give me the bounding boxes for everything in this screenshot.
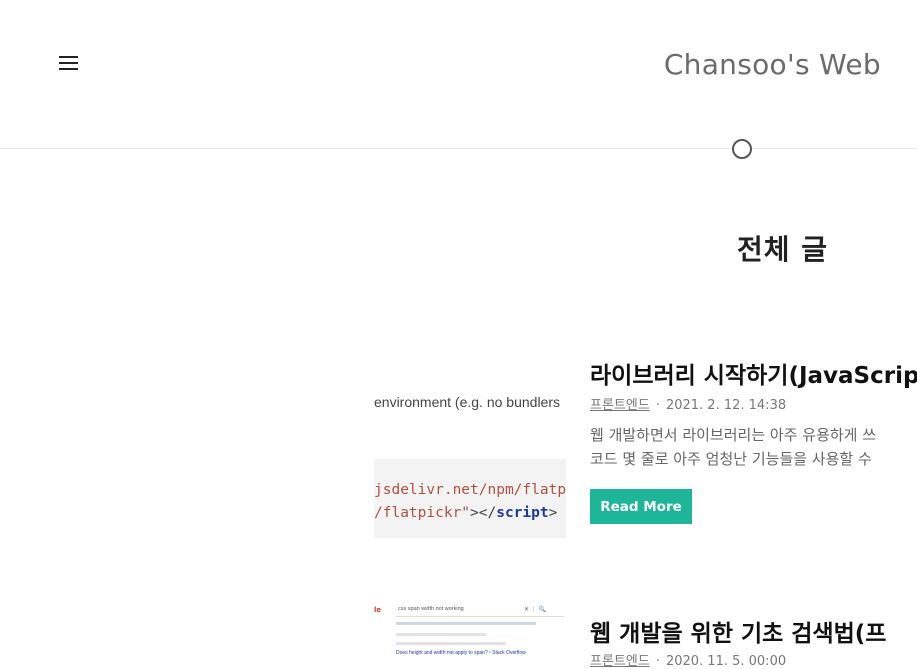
code-string: /flatpickr" xyxy=(374,505,471,521)
post-date: 2020. 11. 5. 00:00 xyxy=(665,654,787,669)
search-logo: le xyxy=(374,606,382,614)
thumbnail-result-line xyxy=(396,633,486,636)
search-icon: ✕ ⋮ 🔍 xyxy=(524,606,547,613)
code-line: jsdelivr.net/npm/flatpi xyxy=(374,482,566,498)
post-meta: 프론트엔드 · 2021. 2. 12. 14:38 xyxy=(590,394,786,413)
menu-bar xyxy=(59,56,78,58)
post-category-link[interactable]: 프론트엔드 xyxy=(590,654,650,669)
thumbnail-result-line xyxy=(396,642,506,645)
excerpt-line: 웹 개발하면서 라이브러리는 아주 유용하게 쓰 xyxy=(590,426,877,444)
thumbnail-result-link: Does height and width not apply to span?… xyxy=(396,650,526,656)
post-item: environment (e.g. no bundlers jsdelivr.n… xyxy=(0,354,917,554)
code-punctuation: > xyxy=(548,505,558,521)
meta-separator: · xyxy=(655,398,660,413)
thumbnail-code-block: jsdelivr.net/npm/flatpi /flatpickr"></sc… xyxy=(374,459,566,538)
post-title-link[interactable]: 라이브러리 시작하기(JavaScript) xyxy=(590,356,917,390)
post-date: 2021. 2. 12. 14:38 xyxy=(665,398,787,413)
post-meta: 프론트엔드 · 2020. 11. 5. 00:00 xyxy=(590,650,786,669)
post-thumbnail[interactable]: le css span width not working ✕ ⋮ 🔍 Does… xyxy=(374,600,566,660)
excerpt-line: 코드 몇 줄로 아주 엄청난 기능들을 사용할 수 xyxy=(590,450,872,468)
post-category-link[interactable]: 프론트엔드 xyxy=(590,398,650,413)
code-punctuation: ></ xyxy=(470,505,497,521)
thumbnail-search-text: css span width not working xyxy=(398,606,464,612)
site-header: Chansoo's Web xyxy=(0,0,917,149)
post-thumbnail[interactable]: environment (e.g. no bundlers jsdelivr.n… xyxy=(374,386,566,538)
thumbnail-tabs-line xyxy=(396,622,536,625)
thumbnail-text: environment (e.g. no bundlers xyxy=(374,394,560,410)
post-excerpt: 웹 개발하면서 라이브러리는 아주 유용하게 쓰 코드 몇 줄로 아주 엄청난 … xyxy=(590,423,876,471)
post-title-link[interactable]: 웹 개발을 위한 기초 검색법(프 xyxy=(590,614,886,648)
code-line: /flatpickr"></script> xyxy=(374,505,557,521)
menu-bar xyxy=(59,68,78,70)
meta-separator: · xyxy=(655,654,660,669)
page-title: 전체 글 xyxy=(737,233,829,266)
circle-icon xyxy=(732,139,752,159)
code-tag: script xyxy=(496,505,549,521)
hamburger-menu-icon[interactable] xyxy=(58,56,80,72)
menu-bar xyxy=(59,62,78,64)
site-title[interactable]: Chansoo's Web xyxy=(664,48,881,81)
post-item: le css span width not working ✕ ⋮ 🔍 Does… xyxy=(0,600,917,669)
read-more-button[interactable]: Read More xyxy=(590,489,692,524)
